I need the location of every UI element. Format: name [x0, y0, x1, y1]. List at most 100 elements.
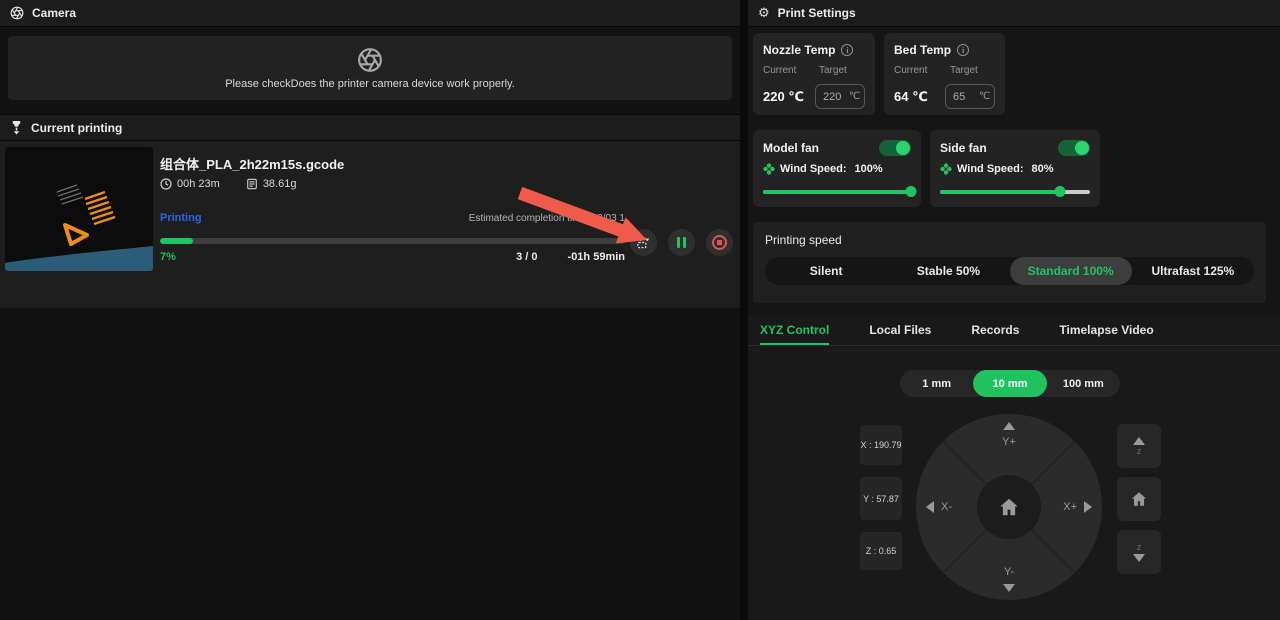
- progress-meta: 7% 3 / 0 -01h 59min: [160, 251, 625, 263]
- tab-timelapse-video[interactable]: Timelapse Video: [1059, 315, 1153, 345]
- gear-icon: ⚙: [758, 6, 770, 21]
- z-down-button[interactable]: z: [1117, 530, 1161, 574]
- bed-target-input[interactable]: [953, 91, 979, 103]
- bed-temp-card: Bed Temp i Current Target 64 ℃ ℃: [884, 33, 1005, 115]
- info-icon[interactable]: i: [957, 44, 969, 56]
- model-fan-slider-knob[interactable]: [906, 186, 917, 197]
- z-up-button[interactable]: z: [1117, 424, 1161, 468]
- bed-current-label: Current: [894, 65, 950, 76]
- estimated-completion: Estimated completion time: 12/03 1: [469, 213, 625, 224]
- dpad-y-minus[interactable]: Y-: [1003, 566, 1015, 592]
- current-printing-header: Current printing: [0, 114, 740, 141]
- speed-option-stable[interactable]: Stable 50%: [887, 257, 1009, 285]
- nozzle-target-label: Target: [819, 65, 847, 76]
- nozzle-current-label: Current: [763, 65, 819, 76]
- dpad-x-plus[interactable]: X+: [1063, 501, 1092, 513]
- tab-records[interactable]: Records: [971, 315, 1019, 345]
- camera-placeholder-text: Please checkDoes the printer camera devi…: [225, 78, 515, 90]
- bed-current-value: 64 ℃: [894, 89, 945, 105]
- fan-icon: [763, 163, 775, 175]
- model-fan-toggle[interactable]: [879, 140, 911, 156]
- bed-target-unit: ℃: [979, 91, 990, 102]
- timelapse-icon: [636, 235, 651, 250]
- stop-icon: [712, 235, 727, 250]
- pause-button[interactable]: [668, 229, 695, 256]
- xyz-control-content: 1 mm 10 mm 100 mm X : 190.79 Y : 57.87 Z…: [748, 346, 1280, 620]
- model-fan-card: Model fan Wind Speed: 100%: [753, 130, 921, 207]
- down-arrow-icon: [1133, 554, 1145, 562]
- model-fan-slider[interactable]: [763, 185, 911, 197]
- info-icon[interactable]: i: [841, 44, 853, 56]
- step-1mm[interactable]: 1 mm: [900, 370, 973, 397]
- side-fan-toggle[interactable]: [1058, 140, 1090, 156]
- aperture-icon: [10, 6, 24, 20]
- layer-count: 3 / 0: [516, 251, 537, 263]
- up-arrow-icon: [1133, 437, 1145, 445]
- print-settings-header: ⚙ Print Settings: [748, 0, 1280, 27]
- time-remaining: -01h 59min: [568, 251, 625, 263]
- print-settings-title: Print Settings: [778, 6, 856, 20]
- material-used: 38.61g: [246, 178, 297, 190]
- dpad-x-minus-label: X-: [941, 501, 952, 513]
- z-up-label: z: [1137, 447, 1142, 456]
- camera-header: Camera: [0, 0, 740, 27]
- status-row: Printing Estimated completion time: 12/0…: [160, 212, 625, 224]
- printing-speed-selector: Silent Stable 50% Standard 100% Ultrafas…: [765, 257, 1254, 285]
- z-coordinate-readout: Z : 0.65: [860, 532, 902, 570]
- print-stats: 00h 23m 38.61g: [160, 178, 296, 190]
- side-fan-label: Wind Speed:: [957, 163, 1024, 175]
- side-fan-title: Side fan: [940, 141, 987, 155]
- side-fan-value: 80%: [1032, 163, 1054, 175]
- clock-icon: [160, 178, 172, 190]
- side-fan-card: Side fan Wind Speed: 80%: [930, 130, 1100, 207]
- nozzle-target-input[interactable]: [823, 91, 849, 103]
- timelapse-button[interactable]: [630, 229, 657, 256]
- home-icon: [998, 496, 1020, 518]
- nozzle-temp-title: Nozzle Temp: [763, 43, 835, 57]
- left-panel: Camera Please checkDoes the printer came…: [0, 0, 740, 620]
- down-arrow-icon: [1003, 584, 1015, 592]
- home-xy-button[interactable]: [977, 475, 1041, 539]
- print-settings-panel: ⚙ Print Settings Nozzle Temp i Current T…: [748, 0, 1280, 620]
- current-printing-title: Current printing: [31, 121, 122, 135]
- z-down-label: z: [1137, 543, 1142, 552]
- progress-percent: 7%: [160, 251, 176, 263]
- bed-temp-title: Bed Temp: [894, 43, 951, 57]
- xy-dpad: Y+ Y- X- X+: [916, 414, 1102, 600]
- stop-button[interactable]: [706, 229, 733, 256]
- nozzle-target-unit: ℃: [849, 91, 860, 102]
- camera-title: Camera: [32, 6, 76, 20]
- tab-xyz-control[interactable]: XYZ Control: [760, 315, 829, 345]
- left-arrow-icon: [926, 501, 934, 513]
- nozzle-temp-card: Nozzle Temp i Current Target 220 ℃ ℃: [753, 33, 875, 115]
- dpad-y-plus[interactable]: Y+: [1002, 422, 1016, 448]
- tab-local-files[interactable]: Local Files: [869, 315, 931, 345]
- print-status: Printing: [160, 212, 202, 224]
- side-fan-slider[interactable]: [940, 185, 1090, 197]
- progress-bar: [160, 238, 625, 244]
- dpad-y-plus-label: Y+: [1002, 436, 1016, 448]
- model-fan-label: Wind Speed:: [780, 163, 847, 175]
- pause-icon: [677, 237, 686, 248]
- side-fan-slider-knob[interactable]: [1055, 186, 1066, 197]
- speed-option-ultrafast[interactable]: Ultrafast 125%: [1132, 257, 1254, 285]
- printer-nozzle-icon: [10, 121, 23, 135]
- dpad-x-plus-label: X+: [1063, 501, 1077, 513]
- filament-weight-icon: [246, 178, 258, 190]
- control-tabbar: XYZ Control Local Files Records Timelaps…: [748, 315, 1280, 346]
- dpad-x-minus[interactable]: X-: [926, 501, 952, 513]
- home-icon: [1130, 490, 1148, 508]
- speed-option-standard[interactable]: Standard 100%: [1010, 257, 1132, 285]
- camera-placeholder: Please checkDoes the printer camera devi…: [8, 36, 732, 100]
- step-10mm[interactable]: 10 mm: [973, 370, 1046, 397]
- right-arrow-icon: [1084, 501, 1092, 513]
- printing-speed-card: Printing speed Silent Stable 50% Standar…: [753, 222, 1266, 303]
- step-100mm[interactable]: 100 mm: [1047, 370, 1120, 397]
- file-name: 组合体_PLA_2h22m15s.gcode: [160, 154, 344, 173]
- home-z-button[interactable]: [1117, 477, 1161, 521]
- print-thumbnail: [5, 147, 153, 271]
- step-size-selector: 1 mm 10 mm 100 mm: [900, 370, 1120, 397]
- speed-option-silent[interactable]: Silent: [765, 257, 887, 285]
- dpad-y-minus-label: Y-: [1004, 566, 1014, 578]
- bed-target-label: Target: [950, 65, 978, 76]
